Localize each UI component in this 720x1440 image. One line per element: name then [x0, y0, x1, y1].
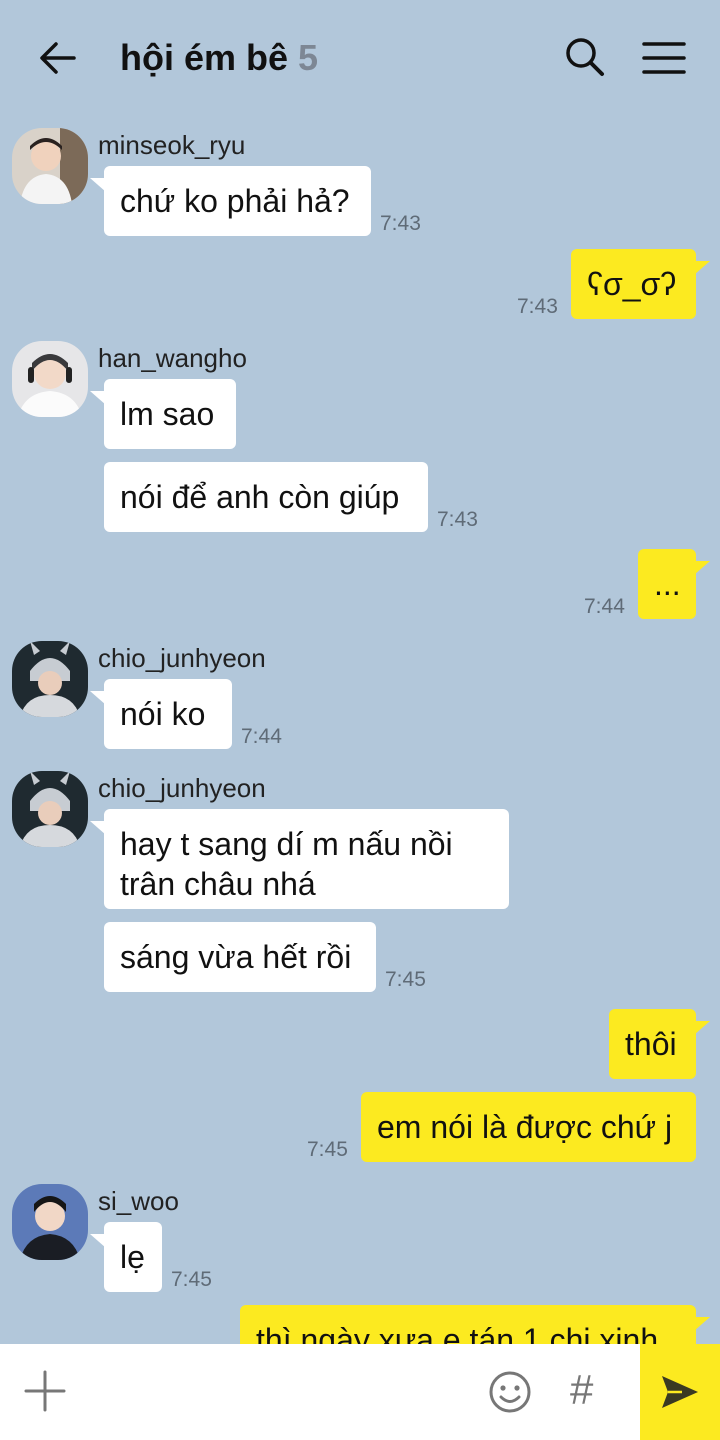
- message-time: 7:43: [437, 508, 478, 531]
- avatar-photo-icon: [12, 128, 88, 204]
- hashtag-button[interactable]: #: [570, 1364, 593, 1416]
- avatar-photo-icon: [12, 771, 88, 847]
- message-time: 7:43: [380, 212, 421, 235]
- message-line: hay t sang dí m nấu nồi: [120, 826, 453, 862]
- my-message-bubble[interactable]: ...: [638, 549, 696, 619]
- message-time: 7:45: [307, 1138, 348, 1161]
- my-message-bubble[interactable]: ʕσ_σʔ: [571, 249, 696, 319]
- hamburger-menu-icon: [642, 42, 686, 74]
- message-bubble[interactable]: sáng vừa hết rồi: [104, 922, 376, 992]
- message-bubble[interactable]: chứ ko phải hả?: [104, 166, 371, 236]
- bubble-tail: [694, 261, 710, 275]
- sender-name: chio_junhyeon: [98, 643, 266, 673]
- send-icon: [662, 1376, 698, 1408]
- avatar[interactable]: [12, 641, 88, 717]
- message-input-bar[interactable]: #: [0, 1344, 720, 1440]
- message-time: 7:45: [171, 1268, 212, 1291]
- message-list[interactable]: minseok_ryu chứ ko phải hả? 7:43 7:43 ʕσ…: [0, 116, 720, 1344]
- avatar-photo-icon: [12, 641, 88, 717]
- avatar-photo-icon: [12, 341, 88, 417]
- sender-name: han_wangho: [98, 343, 247, 373]
- message-time: 7:44: [241, 725, 282, 748]
- my-message-bubble[interactable]: thôi: [609, 1009, 696, 1079]
- send-button[interactable]: [640, 1344, 720, 1440]
- plus-icon: [24, 1370, 66, 1412]
- search-icon: [566, 38, 604, 76]
- arrow-left-icon: [40, 42, 76, 74]
- avatar[interactable]: [12, 771, 88, 847]
- message-time: 7:45: [385, 968, 426, 991]
- attach-button[interactable]: [24, 1370, 66, 1412]
- message-time: 7:43: [517, 295, 558, 318]
- message-bubble[interactable]: nói ko: [104, 679, 232, 749]
- message-line: trân châu nhá: [120, 866, 316, 902]
- chat-title-text: hội ém bê: [120, 37, 289, 78]
- avatar[interactable]: [12, 1184, 88, 1260]
- emoji-button[interactable]: [488, 1370, 532, 1414]
- member-count: 5: [298, 37, 319, 78]
- bubble-tail: [694, 1317, 710, 1331]
- menu-button[interactable]: [640, 36, 688, 80]
- message-bubble[interactable]: lẹ: [104, 1222, 162, 1292]
- message-bubble[interactable]: nói để anh còn giúp: [104, 462, 428, 532]
- chat-title: hội ém bê 5: [120, 36, 318, 80]
- message-time: 7:44: [584, 595, 625, 618]
- sender-name: minseok_ryu: [98, 130, 246, 160]
- sender-name: chio_junhyeon: [98, 773, 266, 803]
- sender-name: si_woo: [98, 1186, 179, 1216]
- back-button[interactable]: [36, 36, 80, 80]
- chat-header: hội ém bê 5: [0, 0, 720, 116]
- message-bubble[interactable]: lm sao: [104, 379, 236, 449]
- my-message-bubble[interactable]: thì ngày xưa e tán 1 chị xinh: [240, 1305, 696, 1344]
- avatar[interactable]: [12, 341, 88, 417]
- my-message-bubble[interactable]: em nói là được chứ j: [361, 1092, 696, 1162]
- bubble-tail: [694, 1021, 710, 1035]
- avatar-photo-icon: [12, 1184, 88, 1260]
- avatar[interactable]: [12, 128, 88, 204]
- bubble-tail: [694, 561, 710, 575]
- emoji-icon: [489, 1371, 531, 1413]
- search-button[interactable]: [562, 34, 608, 80]
- message-bubble[interactable]: hay t sang dí m nấu nồi trân châu nhá: [104, 809, 509, 909]
